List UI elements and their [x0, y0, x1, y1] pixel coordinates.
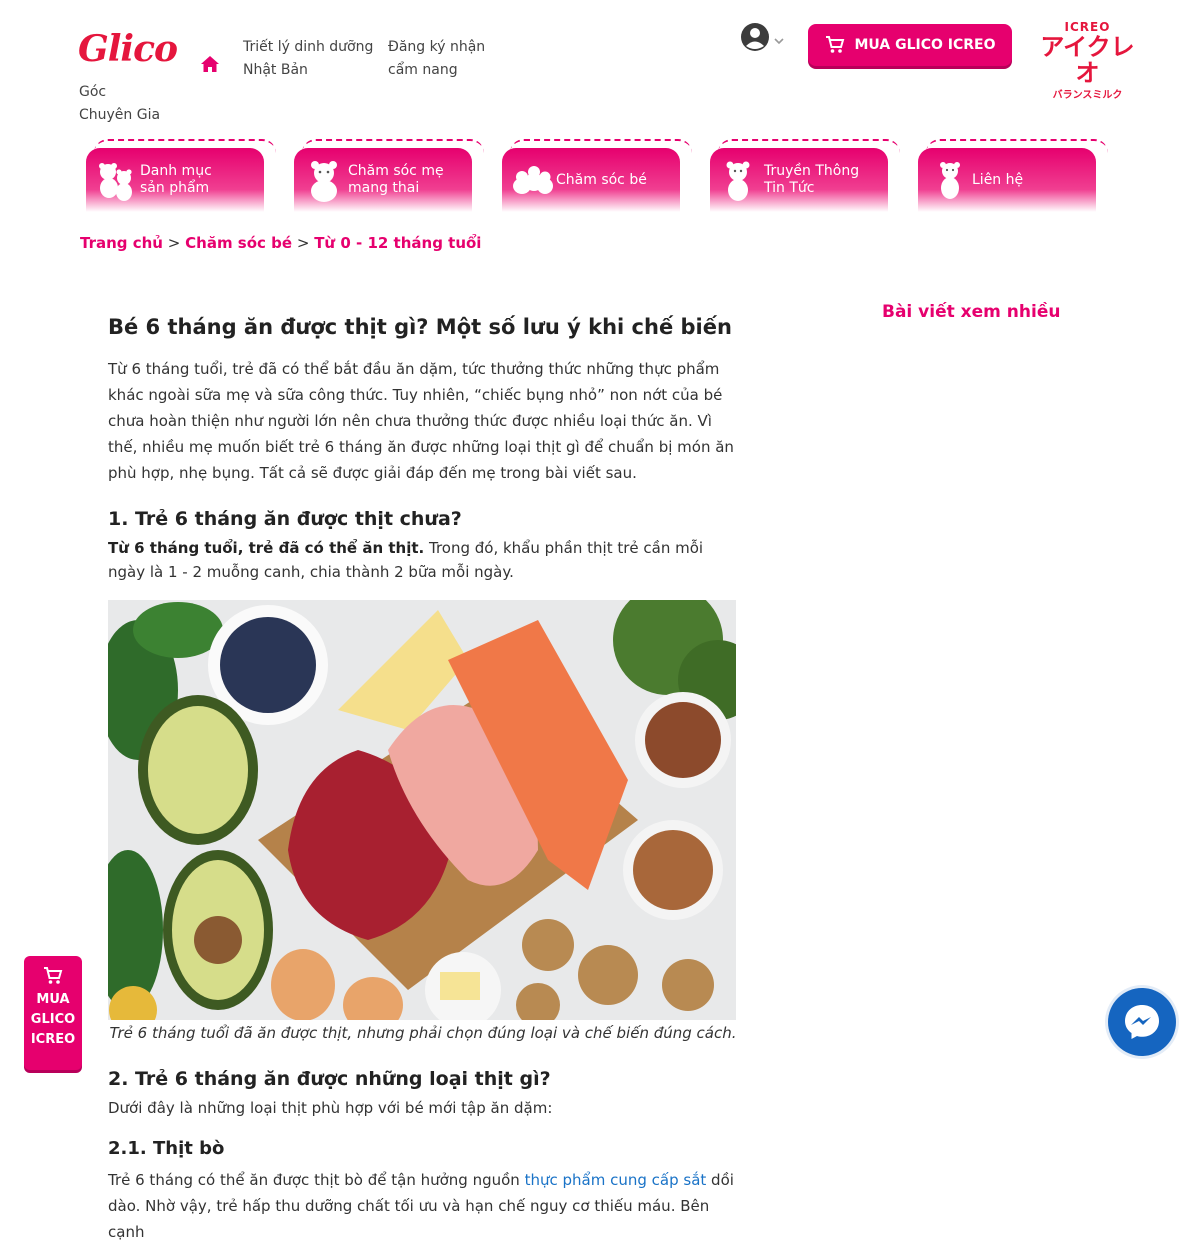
beef-paragraph: Trẻ 6 tháng có thể ăn được thịt bò để tậ… — [108, 1167, 738, 1245]
popular-posts-title: Bài viết xem nhiều — [882, 302, 1061, 322]
nav-link-expert-corner[interactable]: Góc Chuyên Gia — [79, 81, 160, 127]
bear-icon — [311, 161, 337, 202]
messenger-icon — [1125, 1005, 1159, 1039]
glico-logo[interactable]: Glico — [78, 28, 178, 70]
tab-label: Chăm sóc bé — [556, 172, 647, 188]
nav-link-label: Chuyên Gia — [79, 107, 161, 123]
nav-link-philosophy[interactable]: Triết lý dinh dưỡng Nhật Bản — [243, 36, 373, 82]
bear-icon — [99, 163, 132, 201]
bear-icon — [940, 162, 960, 199]
tab-label: Danh mục sản phẩm — [140, 163, 212, 196]
section-1-paragraph: Từ 6 tháng tuổi, trẻ đã có thể ăn thịt. … — [108, 536, 738, 584]
tab-label: Chăm sóc mẹ mang thai — [348, 163, 444, 196]
chevron-down-icon — [774, 38, 784, 45]
icreo-logo-sub: バランスミルク — [1052, 90, 1123, 101]
icreo-logo[interactable]: ICREO アイクレオ バランスミルク — [1030, 20, 1145, 101]
article-title: Bé 6 tháng ăn được thịt gì? Một số lưu ý… — [108, 315, 732, 339]
bear-icon — [726, 161, 750, 201]
breadcrumb-0-12-months[interactable]: Từ 0 - 12 tháng tuổi — [314, 234, 481, 252]
cart-icon — [825, 36, 844, 53]
tab-label: Truyền Thông Tin Tức — [764, 163, 860, 196]
nav-link-label: cẩm nang — [388, 62, 458, 78]
tab-label: Liên hệ — [972, 172, 1024, 188]
floating-buy-button[interactable]: MUA GLICO ICREO — [24, 956, 82, 1070]
floating-buy-label: MUA — [36, 992, 70, 1007]
home-icon[interactable] — [200, 54, 220, 74]
tab-maternity-care[interactable]: Chăm sóc mẹ mang thai — [294, 139, 484, 212]
icreo-logo-main: アイクレオ — [1040, 33, 1135, 87]
iron-foods-link[interactable]: thực phẩm cung cấp sắt — [525, 1171, 707, 1189]
user-icon[interactable] — [740, 22, 788, 54]
tab-baby-care[interactable]: Chăm sóc bé — [502, 139, 692, 212]
article: Bé 6 tháng ăn được thịt gì? Một số lưu ý… — [108, 312, 738, 1245]
nav-link-label: Góc — [79, 84, 107, 100]
breadcrumb: Trang chủ > Chăm sóc bé > Từ 0 - 12 thán… — [80, 234, 481, 252]
section-heading-1: 1. Trẻ 6 tháng ăn được thịt chưa? — [108, 508, 462, 530]
meat-food-photo — [108, 600, 736, 1020]
buy-button-label: MUA GLICO ICREO — [854, 37, 996, 53]
tab-product-catalog[interactable]: Danh mục sản phẩm — [86, 139, 276, 212]
floating-buy-label: GLICO — [30, 1012, 76, 1027]
beef-text: Trẻ 6 tháng có thể ăn được thịt bò để tậ… — [108, 1171, 525, 1189]
nav-link-label: Nhật Bản — [243, 62, 308, 78]
bear-icon — [513, 166, 553, 194]
tab-contact[interactable]: Liên hệ — [918, 139, 1108, 212]
breadcrumb-baby-care[interactable]: Chăm sóc bé — [185, 234, 292, 252]
messenger-chat-button[interactable] — [1108, 988, 1176, 1056]
section-heading-2: 2. Trẻ 6 tháng ăn được những loại thịt g… — [108, 1068, 551, 1090]
icreo-logo-top: ICREO — [1064, 20, 1111, 34]
breadcrumb-separator: > — [167, 234, 181, 252]
photo-caption: Trẻ 6 tháng tuổi đã ăn được thịt, nhưng … — [109, 1024, 737, 1042]
subsection-heading-beef: 2.1. Thịt bò — [108, 1138, 225, 1159]
article-intro: Từ 6 tháng tuổi, trẻ đã có thể bắt đầu ă… — [108, 360, 734, 482]
floating-buy-label: ICREO — [30, 1032, 76, 1047]
section-1-bold-text: Từ 6 tháng tuổi, trẻ đã có thể ăn thịt. — [108, 539, 425, 557]
breadcrumb-home[interactable]: Trang chủ — [80, 234, 163, 252]
nav-link-label: Đăng ký nhận — [388, 39, 486, 55]
tab-media-news[interactable]: Truyền Thông Tin Tức — [710, 139, 900, 212]
breadcrumb-separator: > — [296, 234, 310, 252]
nav-link-register-handbook[interactable]: Đăng ký nhận cẩm nang — [388, 36, 485, 82]
buy-glico-icreo-button[interactable]: MUA GLICO ICREO — [808, 24, 1012, 66]
section-2-paragraph: Dưới đây là những loại thịt phù hợp với … — [108, 1099, 553, 1117]
nav-link-label: Triết lý dinh dưỡng — [243, 39, 374, 55]
cart-icon — [44, 967, 63, 984]
